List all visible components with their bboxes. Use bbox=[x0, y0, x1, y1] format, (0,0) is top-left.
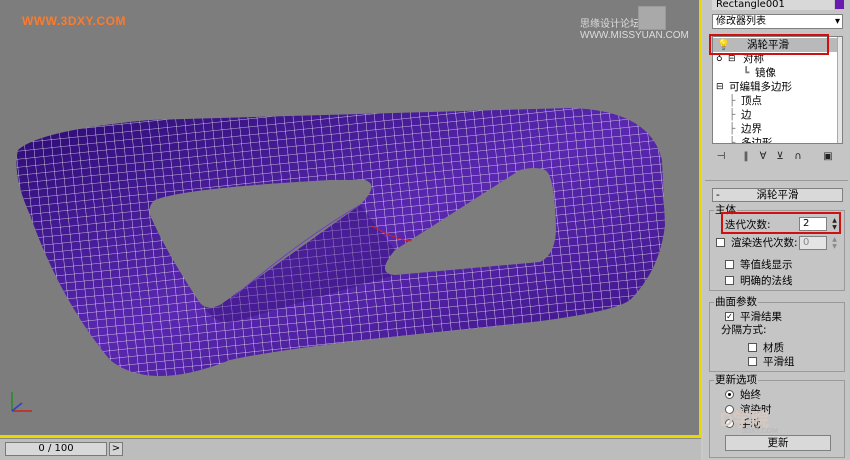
always-label: 始终 bbox=[740, 389, 761, 401]
stack-item-editable-poly[interactable]: ⊟ 可编辑多边形 bbox=[713, 80, 837, 94]
isoline-checkbox[interactable] bbox=[725, 260, 734, 269]
stack-item-vertex[interactable]: ├ 顶点 bbox=[713, 94, 837, 108]
object-name-field[interactable]: Rectangle001 bbox=[712, 0, 834, 10]
expand-icon[interactable]: ⊟ bbox=[716, 80, 724, 94]
watermark-bottom-right-small: 3DXY.COM bbox=[742, 428, 778, 435]
explicit-normals-checkbox[interactable] bbox=[725, 276, 734, 285]
command-panel: Rectangle001 修改器列表 ▾ 💡 涡轮平滑 ♁ ⊟ 对称 ┗ 镜像 … bbox=[703, 0, 850, 460]
chevron-down-icon: ▾ bbox=[834, 16, 840, 27]
materials-checkbox[interactable] bbox=[748, 343, 757, 352]
make-unique-icon[interactable]: ∀ bbox=[756, 150, 770, 164]
perspective-viewport[interactable]: WWW.3DXY.COM 思缘设计论坛 WWW.MISSYUAN.COM bbox=[0, 0, 701, 437]
highlight-turbosmooth bbox=[709, 34, 829, 55]
stack-item-edge[interactable]: ├ 边 bbox=[713, 108, 837, 122]
time-slider[interactable]: 0 / 100 bbox=[5, 442, 107, 456]
configure-icon[interactable]: ▣ bbox=[821, 150, 835, 164]
rollout-turbosmooth[interactable]: - 涡轮平滑 bbox=[712, 188, 843, 202]
render-iters-checkbox[interactable] bbox=[716, 238, 725, 247]
smooth-result-checkbox[interactable]: ✓ bbox=[725, 312, 734, 321]
isoline-label: 等值线显示 bbox=[740, 259, 793, 271]
render-iters-label: 渲染迭代次数: bbox=[731, 237, 798, 249]
remove-modifier-icon[interactable]: ⊻ bbox=[773, 150, 787, 164]
highlight-iterations bbox=[721, 212, 841, 234]
viewcube-icon[interactable] bbox=[638, 6, 666, 30]
lock-icon[interactable]: ∩ bbox=[791, 150, 805, 164]
materials-label: 材质 bbox=[763, 342, 784, 354]
mesh-object[interactable] bbox=[0, 0, 701, 437]
render-iters-input[interactable]: 0 bbox=[799, 236, 827, 250]
next-frame-button[interactable]: > bbox=[109, 442, 123, 456]
show-end-result-icon[interactable]: ‖ bbox=[739, 150, 753, 164]
explicit-normals-label: 明确的法线 bbox=[740, 275, 793, 287]
stack-item-border[interactable]: ├ 边界 bbox=[713, 122, 837, 136]
stack-item-polygon[interactable]: ├ 多边形 bbox=[713, 136, 837, 143]
object-color-swatch[interactable] bbox=[835, 0, 844, 9]
render-iters-spinner[interactable]: ▲ ▼ bbox=[830, 236, 839, 250]
update-button[interactable]: 更新 bbox=[725, 435, 831, 451]
smoothing-groups-label: 平滑组 bbox=[763, 356, 795, 368]
stack-scrollbar[interactable] bbox=[837, 37, 842, 143]
smooth-result-label: 平滑结果 bbox=[740, 311, 782, 323]
stack-item-mirror[interactable]: ┗ 镜像 bbox=[713, 66, 837, 80]
always-radio[interactable] bbox=[725, 390, 734, 399]
watermark-top-left: WWW.3DXY.COM bbox=[22, 14, 126, 28]
axis-gizmo bbox=[11, 392, 32, 412]
separate-by-label: 分隔方式: bbox=[721, 324, 767, 336]
modifier-list-dropdown[interactable]: 修改器列表 ▾ bbox=[712, 14, 843, 29]
smoothing-groups-checkbox[interactable] bbox=[748, 357, 757, 366]
pin-stack-icon[interactable]: ⊣ bbox=[714, 150, 728, 164]
timeline-bar: 0 / 100 > bbox=[0, 438, 701, 460]
modifier-list-label: 修改器列表 bbox=[716, 16, 766, 27]
